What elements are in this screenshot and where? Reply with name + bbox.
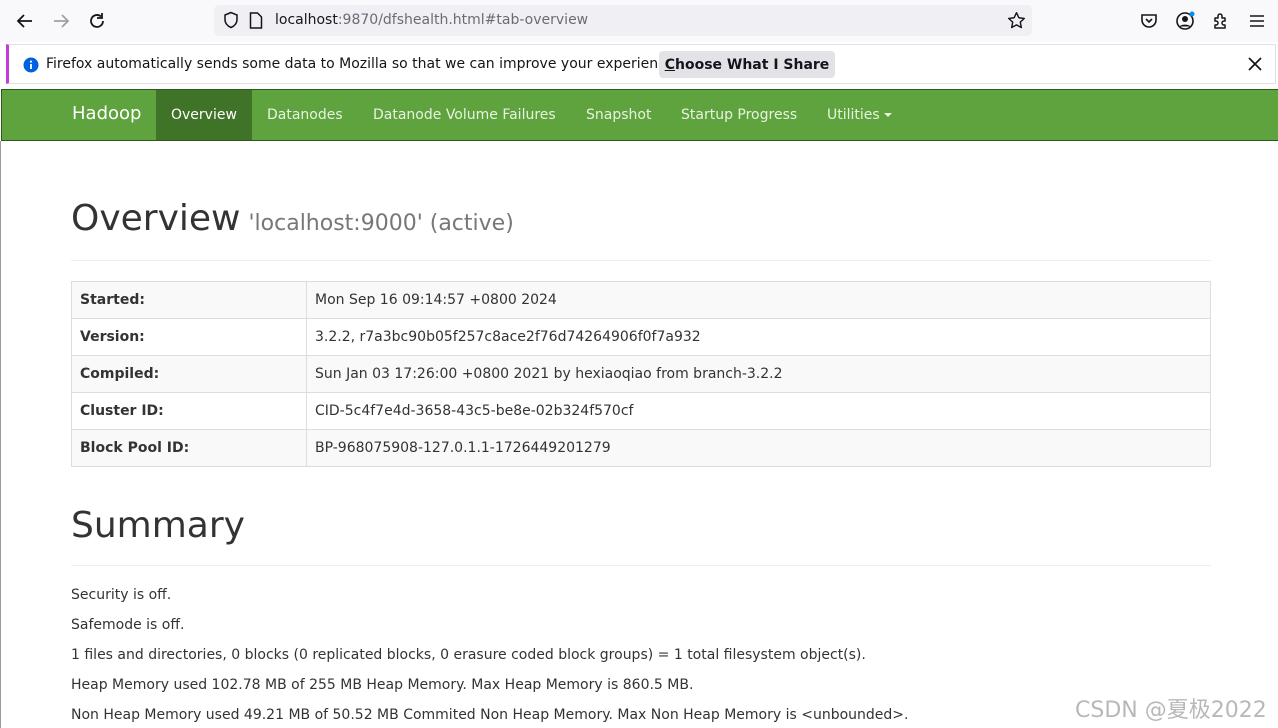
data-sharing-notification: Firefox automatically sends some data to… [6, 44, 1276, 84]
tab-overview[interactable]: Overview [156, 90, 252, 140]
forward-button[interactable] [48, 8, 74, 34]
account-icon [1176, 11, 1195, 30]
summary-heading: Summary [71, 505, 245, 546]
forward-arrow-icon [54, 14, 70, 28]
row-value: CID-5c4f7e4d-3658-43c5-be8e-02b324f570cf [306, 392, 1211, 430]
tab-datanodes[interactable]: Datanodes [252, 90, 358, 140]
utilities-label: Utilities [827, 107, 880, 123]
reload-icon [90, 13, 104, 28]
row-key: Cluster ID: [71, 392, 307, 430]
url-host: localhost [275, 12, 338, 28]
caret-down-icon [883, 113, 892, 117]
row-key: Block Pool ID: [71, 429, 307, 467]
star-icon[interactable] [1007, 11, 1026, 34]
summary-line-heap: Heap Memory used 102.78 MB of 255 MB Hea… [71, 677, 694, 693]
menu-icon [1250, 15, 1264, 27]
tab-snapshot[interactable]: Snapshot [571, 90, 666, 140]
row-value: 3.2.2, r7a3bc90b05f257c8ace2f76d74264906… [306, 318, 1211, 356]
shield-icon[interactable] [222, 11, 240, 33]
page-icon[interactable] [249, 12, 263, 33]
table-row: Version: 3.2.2, r7a3bc90b05f257c8ace2f76… [71, 318, 1211, 356]
reload-button[interactable] [84, 8, 110, 34]
account-button[interactable] [1173, 9, 1197, 33]
url-text[interactable]: localhost:9870/dfshealth.html#tab-overvi… [275, 12, 588, 28]
tab-utilities[interactable]: Utilities [812, 90, 907, 140]
menu-button[interactable] [1245, 9, 1269, 33]
tab-datanode-volume-failures[interactable]: Datanode Volume Failures [358, 90, 571, 140]
url-path: :9870/dfshealth.html#tab-overview [337, 12, 589, 28]
overview-subtitle: 'localhost:9000' (active) [248, 211, 514, 236]
overview-title: Overview [71, 198, 241, 239]
table-row: Block Pool ID: BP-968075908-127.0.1.1-17… [71, 429, 1211, 467]
notification-text: Firefox automatically sends some data to… [46, 56, 679, 72]
back-button[interactable] [12, 8, 38, 34]
divider [71, 260, 1211, 261]
url-bar[interactable]: localhost:9870/dfshealth.html#tab-overvi… [214, 5, 1032, 36]
row-value: BP-968075908-127.0.1.1-1726449201279 [306, 429, 1211, 467]
page-border [0, 141, 1, 728]
watermark: CSDN @夏极2022 [1075, 698, 1267, 723]
button-label: hoose What I Share [674, 56, 830, 73]
table-row: Started: Mon Sep 16 09:14:57 +0800 2024 [71, 281, 1211, 319]
row-key: Compiled: [71, 355, 307, 393]
tab-startup-progress[interactable]: Startup Progress [666, 90, 812, 140]
row-value: Sun Jan 03 17:26:00 +0800 2021 by hexiao… [306, 355, 1211, 393]
back-arrow-icon [16, 14, 32, 28]
overview-heading: Overview 'localhost:9000' (active) [71, 198, 514, 239]
browser-toolbar: localhost:9870/dfshealth.html#tab-overvi… [0, 0, 1278, 42]
overview-table: Started: Mon Sep 16 09:14:57 +0800 2024 … [71, 281, 1211, 467]
close-icon[interactable] [1247, 56, 1263, 76]
row-value: Mon Sep 16 09:14:57 +0800 2024 [306, 281, 1211, 319]
row-key: Started: [71, 281, 307, 319]
summary-line-nonheap: Non Heap Memory used 49.21 MB of 50.52 M… [71, 707, 909, 723]
brand-link[interactable]: Hadoop [72, 103, 141, 124]
extensions-icon [1214, 13, 1226, 29]
pocket-button[interactable] [1137, 9, 1161, 33]
button-accesskey: C [664, 56, 675, 73]
choose-what-i-share-button[interactable]: Choose What I Share [659, 51, 835, 78]
summary-line-safemode: Safemode is off. [71, 617, 185, 633]
extensions-button[interactable] [1209, 9, 1233, 33]
pocket-icon [1141, 14, 1157, 28]
summary-line-files: 1 files and directories, 0 blocks (0 rep… [71, 647, 866, 663]
table-row: Cluster ID: CID-5c4f7e4d-3658-43c5-be8e-… [71, 392, 1211, 430]
divider [71, 565, 1211, 566]
info-icon [23, 57, 39, 77]
hadoop-navbar: Hadoop Overview Datanodes Datanode Volum… [1, 89, 1278, 141]
row-key: Version: [71, 318, 307, 356]
summary-line-security: Security is off. [71, 587, 172, 603]
table-row: Compiled: Sun Jan 03 17:26:00 +0800 2021… [71, 355, 1211, 393]
